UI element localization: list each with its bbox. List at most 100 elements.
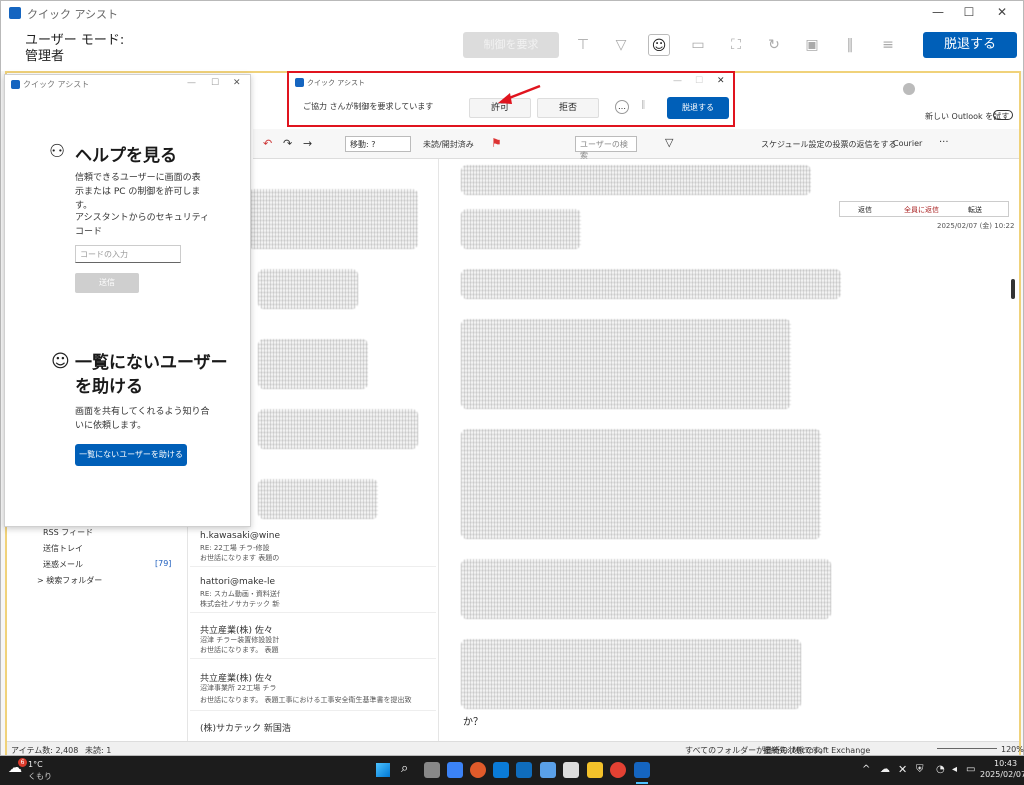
blurred-content bbox=[461, 165, 811, 195]
wifi-icon[interactable]: ◔ bbox=[936, 764, 945, 775]
list-item[interactable]: hattori@make-le RE: スカム動画・資料送付 株式会社ノサカテッ… bbox=[190, 573, 436, 613]
file-explorer-icon[interactable] bbox=[587, 762, 603, 778]
redo-icon[interactable]: ↷ bbox=[283, 137, 292, 150]
maximize-button[interactable]: ☐ bbox=[954, 5, 984, 19]
help-unlisted-user-button[interactable]: 一覧にないユーザーを助ける bbox=[75, 444, 187, 466]
forward-button[interactable]: 転送 bbox=[968, 205, 982, 215]
app-icon[interactable] bbox=[540, 762, 556, 778]
user-role: 管理者 bbox=[25, 49, 65, 64]
mail-from: (株)サカテック 新国浩 bbox=[200, 724, 291, 734]
list-item[interactable]: 共立産業(株) 佐々 沼津 チラー装置修設設計 お世話になります。 表題 bbox=[190, 619, 436, 659]
filter-icon[interactable]: ▽ bbox=[665, 136, 673, 149]
minimize-button[interactable]: — bbox=[187, 78, 196, 88]
close-icon[interactable]: ✕ bbox=[898, 763, 907, 776]
close-button[interactable]: ✕ bbox=[233, 78, 241, 88]
reply-toolbar: 返信 全員に返信 転送 bbox=[839, 201, 1009, 217]
folder-junk[interactable]: 迷惑メール bbox=[43, 559, 83, 570]
list-item[interactable]: (株)サカテック 新国浩 bbox=[190, 717, 436, 737]
pause-icon[interactable]: ‖ bbox=[641, 100, 646, 110]
task-view-icon[interactable] bbox=[424, 762, 440, 778]
folder-outbox[interactable]: 送信トレイ bbox=[43, 543, 83, 554]
unread-read-button[interactable]: 未読/開封済み bbox=[423, 139, 474, 150]
annotate-icon[interactable]: ▽ bbox=[610, 34, 632, 56]
search-user-input[interactable]: ユーザーの検索 bbox=[575, 136, 637, 160]
close-button[interactable]: ✕ bbox=[987, 5, 1017, 19]
weather-condition: くもり bbox=[28, 772, 52, 781]
leave-button[interactable]: 脱退する bbox=[923, 32, 1017, 58]
list-item[interactable]: h.kawasaki@wine RE: 22工場 チラ-修設 お世話になります … bbox=[190, 527, 436, 567]
mail-subject: RE: 22工場 チラ-修設 bbox=[200, 544, 270, 552]
person-help-icon: ☺ bbox=[51, 351, 70, 372]
maximize-button[interactable]: ☐ bbox=[695, 76, 703, 86]
clock-date[interactable]: 2025/02/07 bbox=[980, 770, 1024, 779]
fit-screen-icon[interactable]: ⛶ bbox=[725, 34, 747, 56]
shield-icon[interactable]: ⛨ bbox=[916, 764, 924, 775]
schedule-poll-button[interactable]: スケジュール設定の投票の返信をする bbox=[761, 139, 896, 150]
weather-temp: 1°C bbox=[28, 760, 43, 769]
blurred-content bbox=[461, 429, 821, 539]
search-icon[interactable]: ⌕ bbox=[401, 761, 408, 776]
cloud-icon[interactable]: ☁ bbox=[880, 764, 890, 775]
chat-icon[interactable]: … bbox=[615, 100, 629, 114]
laser-pointer-icon[interactable]: ⊤ bbox=[572, 34, 594, 56]
clock-time[interactable]: 10:43 bbox=[994, 759, 1017, 768]
folder-rss[interactable]: RSS フィード bbox=[43, 527, 93, 538]
submit-button[interactable]: 送信 bbox=[75, 273, 139, 293]
undo-icon[interactable]: ↶ bbox=[263, 137, 272, 150]
start-icon[interactable] bbox=[376, 763, 390, 777]
reading-pane: 返信 全員に返信 転送 2025/02/07 (金) 10:22 か？ bbox=[441, 159, 1017, 741]
list-item[interactable]: 共立産業(株) 佐々 沼津事業所 22工場 チラ お世話になります。 表題工事に… bbox=[190, 667, 436, 711]
pause-icon[interactable]: ‖ bbox=[839, 34, 861, 56]
title-bar: クイック アシスト — ☐ ✕ bbox=[1, 1, 1023, 25]
item-count: アイテム数: 2,408 bbox=[11, 746, 79, 755]
firefox-icon[interactable] bbox=[470, 762, 486, 778]
select-monitor-icon[interactable]: ▭ bbox=[687, 34, 709, 56]
chat-icon[interactable]: ☺ bbox=[648, 34, 670, 56]
try-new-outlook-toggle[interactable] bbox=[993, 110, 1013, 120]
volume-icon[interactable]: ◂ bbox=[952, 764, 957, 775]
notepad-icon[interactable] bbox=[563, 762, 579, 778]
dialog-leave-button[interactable]: 脱退する bbox=[667, 97, 729, 119]
move-dropdown[interactable]: 移動: ? bbox=[345, 136, 411, 152]
minimize-button[interactable]: — bbox=[673, 76, 682, 86]
blurred-content bbox=[461, 209, 581, 249]
restart-icon[interactable]: ↻ bbox=[763, 34, 785, 56]
maximize-button[interactable]: ☐ bbox=[211, 78, 219, 88]
mail-subject: RE: スカム動画・資料送付 bbox=[200, 590, 280, 598]
quick-assist-taskbar-icon[interactable] bbox=[634, 762, 650, 778]
edge-icon[interactable] bbox=[493, 762, 509, 778]
scrollbar-thumb[interactable] bbox=[1011, 279, 1015, 299]
code-input[interactable]: コードの入力 bbox=[75, 245, 181, 263]
task-manager-icon[interactable]: ▣ bbox=[801, 34, 823, 56]
close-button[interactable]: ✕ bbox=[717, 76, 725, 86]
chrome-icon[interactable] bbox=[610, 762, 626, 778]
flag-icon[interactable]: ⚑ bbox=[491, 136, 502, 150]
blurred-content bbox=[258, 269, 358, 309]
font-dropdown[interactable]: Courier bbox=[893, 139, 922, 148]
menu-icon[interactable]: ≡ bbox=[877, 34, 899, 56]
arrow-right-icon[interactable]: → bbox=[303, 137, 312, 150]
blurred-content bbox=[461, 639, 801, 709]
outlook-status-bar: アイテム数: 2,408 未読: 1 すべてのフォルダーが最新の状態です。 接続… bbox=[7, 741, 1024, 755]
battery-icon[interactable]: ▭ bbox=[966, 764, 975, 775]
mail-preview: お世話になります。 表題工事における工事安全衛生基準書を提出致 bbox=[200, 696, 412, 704]
quick-assist-icon bbox=[295, 78, 304, 87]
weather-badge: 6 bbox=[18, 758, 27, 767]
request-control-button[interactable]: 制御を要求 bbox=[463, 32, 559, 58]
outlook-icon[interactable] bbox=[516, 762, 532, 778]
reply-all-button[interactable]: 全員に返信 bbox=[904, 205, 939, 215]
help-panel: クイック アシスト — ☐ ✕ ⚇ ヘルプを見る 信頼できるユーザーに画面の表示… bbox=[4, 74, 251, 527]
section2-title: 一覧にないユーザーを助ける bbox=[75, 353, 228, 397]
blurred-content bbox=[258, 479, 378, 519]
widgets-icon[interactable] bbox=[447, 762, 463, 778]
account-avatar[interactable] bbox=[903, 83, 915, 95]
minimize-button[interactable]: — bbox=[923, 5, 953, 19]
reply-button[interactable]: 返信 bbox=[858, 205, 872, 215]
mail-from: hattori@make-le bbox=[200, 577, 275, 587]
quick-assist-icon bbox=[9, 7, 21, 19]
chevron-up-icon[interactable]: ^ bbox=[862, 764, 870, 775]
more-options-button[interactable]: ··· bbox=[939, 137, 949, 148]
blurred-content bbox=[461, 559, 831, 619]
zoom-slider[interactable] bbox=[937, 748, 997, 749]
folder-search[interactable]: > 検索フォルダー bbox=[37, 575, 102, 586]
